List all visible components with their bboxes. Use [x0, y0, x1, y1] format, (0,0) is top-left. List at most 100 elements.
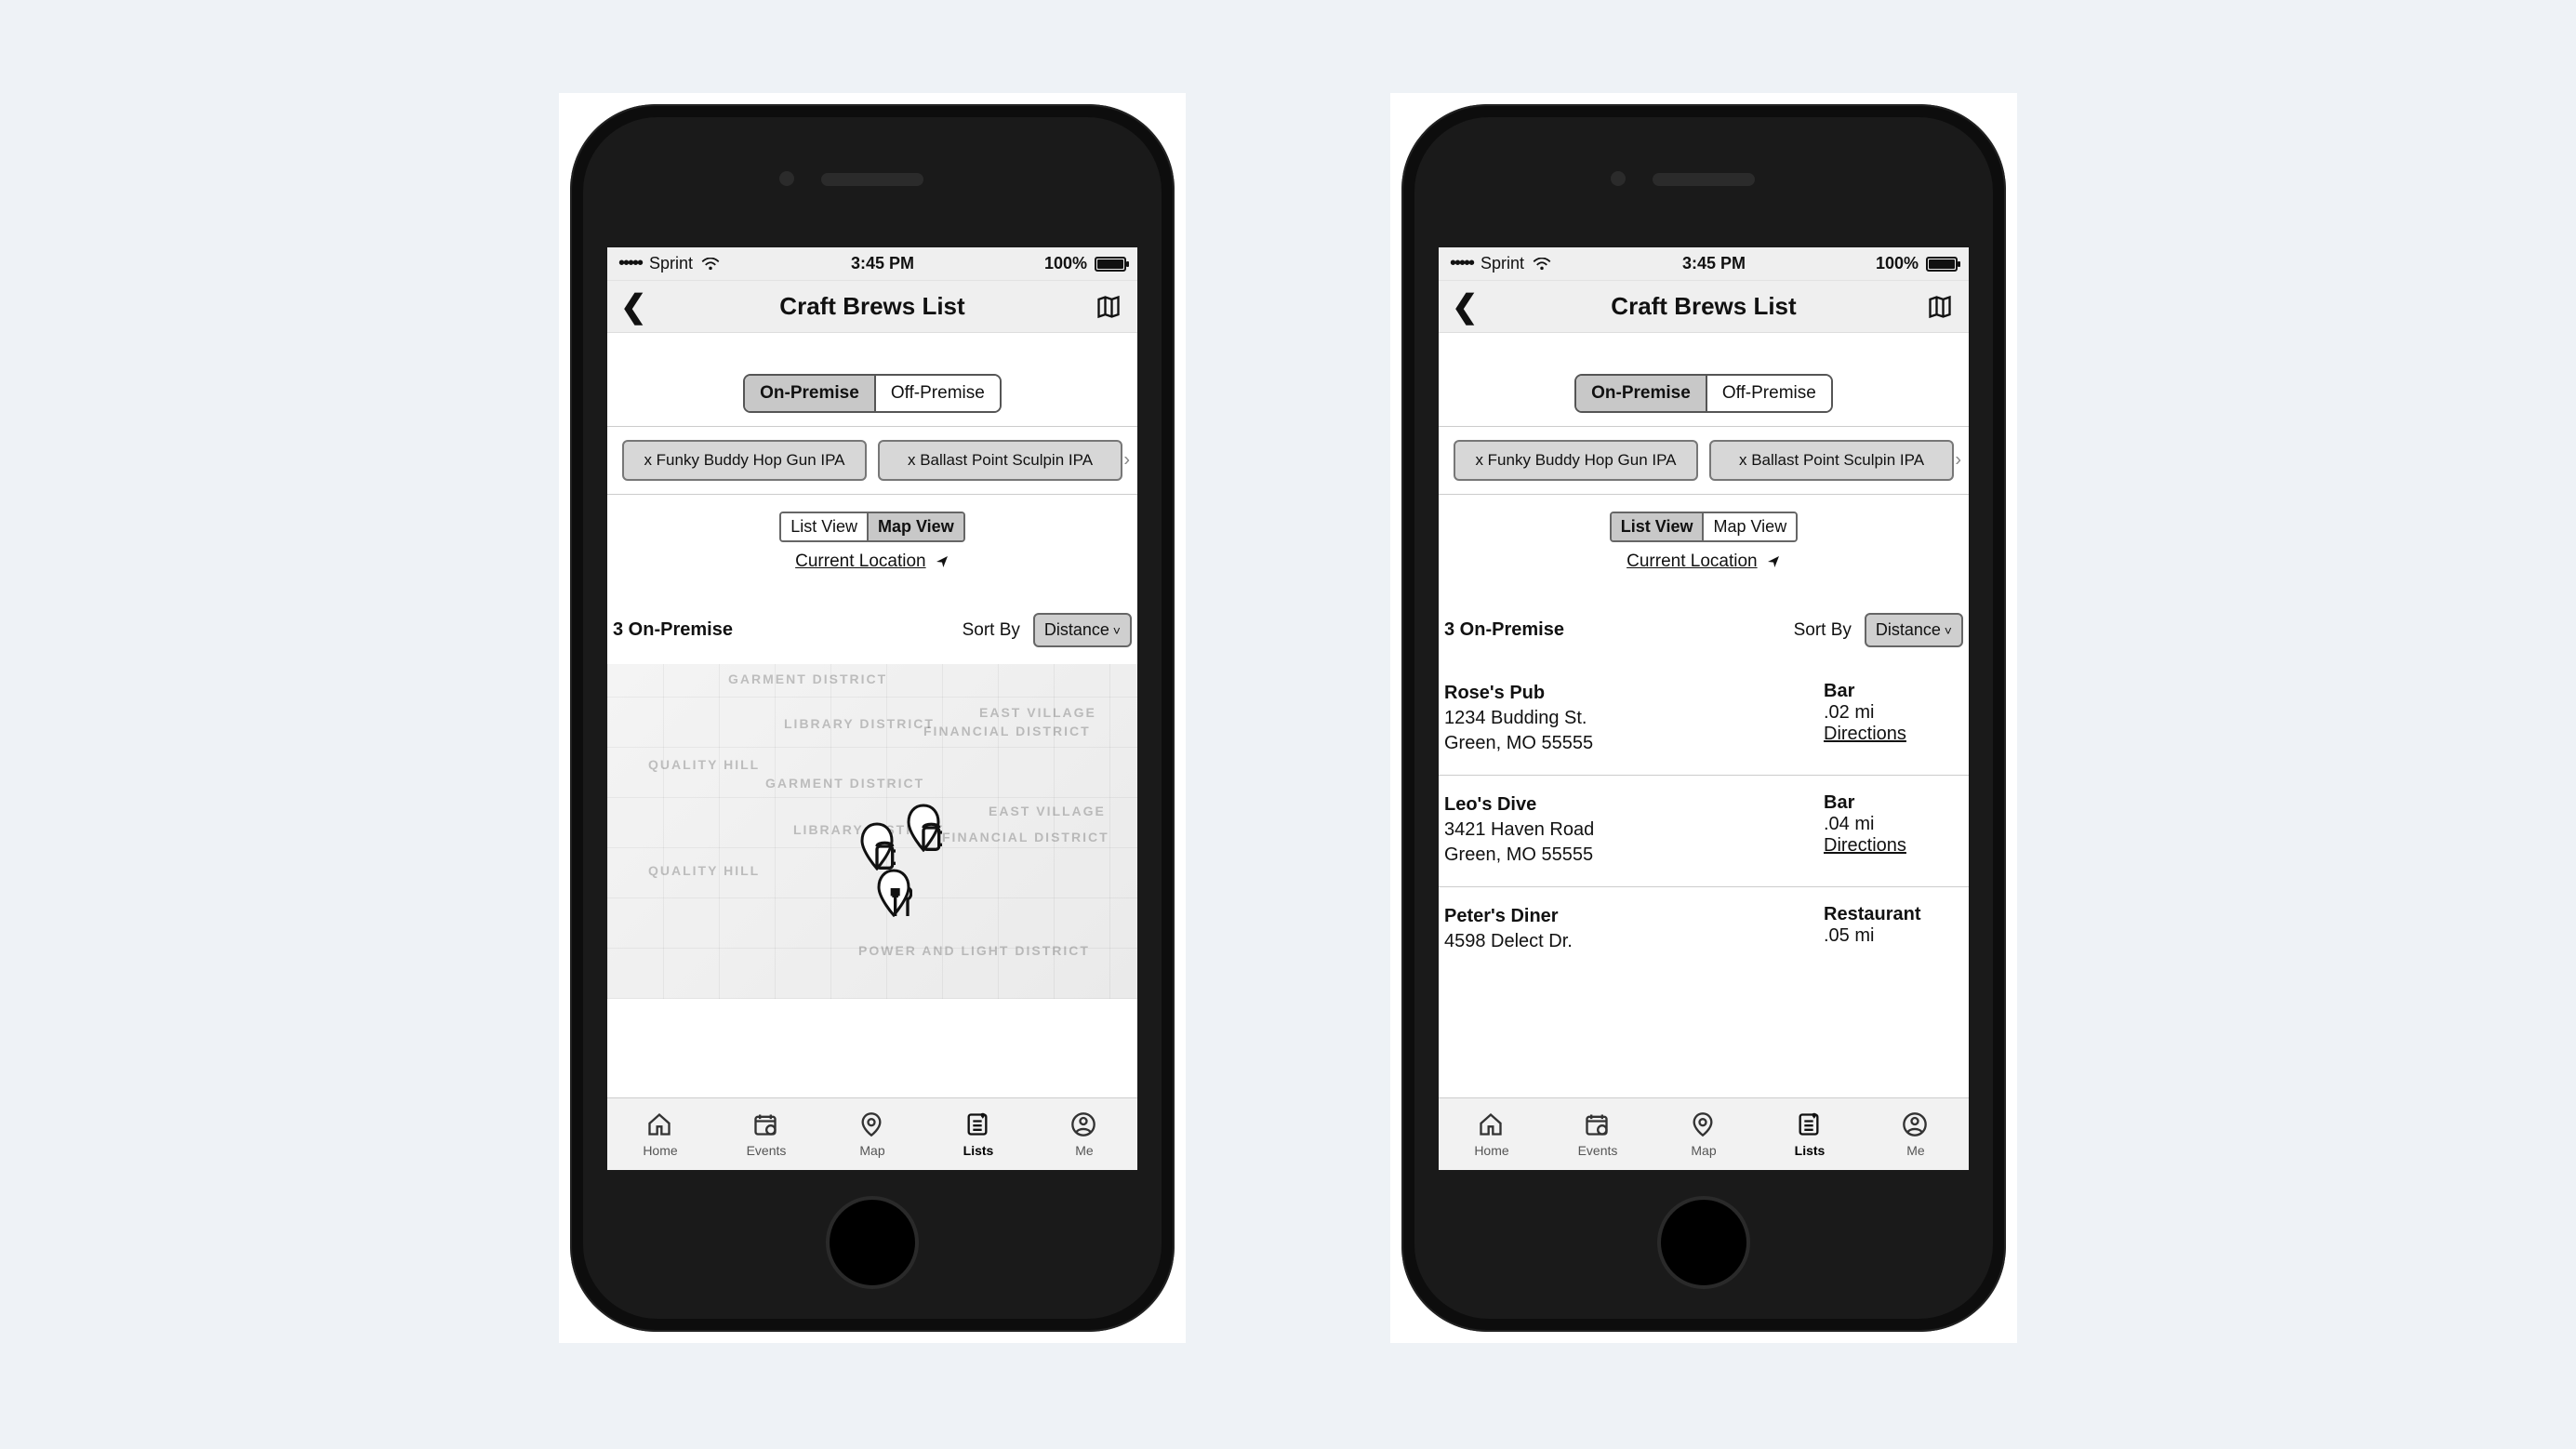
- map-pin-beer[interactable]: [905, 804, 942, 852]
- tab-map[interactable]: Map: [1651, 1111, 1757, 1158]
- page-title: Craft Brews List: [1485, 292, 1922, 321]
- current-location-link[interactable]: Current Location: [1627, 552, 1757, 571]
- current-location-row: Current Location: [1439, 552, 1969, 572]
- premise-segmented: On-Premise Off-Premise: [1574, 374, 1833, 413]
- sort-select[interactable]: Distance: [1865, 613, 1963, 647]
- device-left: ••••• Sprint 3:45 PM 100% ❮ Craft Brews …: [559, 93, 1186, 1343]
- tab-home[interactable]: Home: [607, 1111, 713, 1158]
- venue-type: Restaurant: [1824, 904, 1963, 925]
- map-pin-beer[interactable]: [858, 822, 896, 871]
- map-district-label: GARMENT DISTRICT: [765, 776, 924, 791]
- me-icon: [1899, 1111, 1932, 1139]
- more-filters-chevron-icon[interactable]: ›: [1955, 450, 1961, 472]
- venue-name: Rose's Pub: [1444, 681, 1593, 706]
- tab-events[interactable]: Events: [1545, 1111, 1651, 1158]
- phone-camera: [779, 171, 794, 186]
- venue-row[interactable]: Leo's Dive 3421 Haven Road Green, MO 555…: [1439, 776, 1969, 887]
- tab-map[interactable]: Map: [819, 1111, 925, 1158]
- home-button[interactable]: [1657, 1196, 1750, 1289]
- carrier-label: Sprint: [649, 254, 693, 273]
- tab-label: Lists: [1795, 1143, 1826, 1158]
- page-title: Craft Brews List: [654, 292, 1091, 321]
- map-district-label: POWER AND LIGHT DISTRICT: [858, 943, 1090, 958]
- tab-bar: Home Events Map Lists Me: [607, 1097, 1137, 1170]
- filters-section: x Funky Buddy Hop Gun IPA x Ballast Poin…: [607, 427, 1137, 495]
- map-district-label: GARMENT DISTRICT: [728, 671, 887, 686]
- tab-home[interactable]: Home: [1439, 1111, 1545, 1158]
- tab-events[interactable]: Events: [713, 1111, 819, 1158]
- map-icon: [1687, 1111, 1720, 1139]
- view-tab-map[interactable]: Map View: [867, 513, 963, 540]
- current-location-link[interactable]: Current Location: [795, 552, 925, 571]
- content-area: On-Premise Off-Premise x Funky Buddy Hop…: [1439, 333, 1969, 1097]
- me-icon: [1068, 1111, 1101, 1139]
- device-right: ••••• Sprint 3:45 PM 100% ❮ Craft Brews …: [1390, 93, 2017, 1343]
- result-count: 3 On-Premise: [613, 619, 733, 641]
- phone-camera: [1611, 171, 1626, 186]
- map-district-label: QUALITY HILL: [648, 863, 760, 878]
- status-bar: ••••• Sprint 3:45 PM 100%: [607, 247, 1137, 281]
- home-icon: [644, 1111, 677, 1139]
- current-location-row: Current Location: [607, 552, 1137, 572]
- tab-lists[interactable]: Lists: [1757, 1111, 1863, 1158]
- battery-label: 100%: [1044, 254, 1087, 273]
- premise-segmented: On-Premise Off-Premise: [743, 374, 1002, 413]
- premise-section: On-Premise Off-Premise: [607, 333, 1137, 427]
- venue-distance: .04 mi: [1824, 814, 1963, 835]
- tab-me[interactable]: Me: [1863, 1111, 1969, 1158]
- tab-label: Home: [1474, 1143, 1508, 1158]
- filter-chip[interactable]: x Ballast Point Sculpin IPA: [878, 440, 1122, 481]
- filter-chip[interactable]: x Funky Buddy Hop Gun IPA: [622, 440, 867, 481]
- premise-tab-on[interactable]: On-Premise: [745, 376, 874, 411]
- premise-tab-off[interactable]: Off-Premise: [1706, 376, 1831, 411]
- map-view[interactable]: GARMENT DISTRICT LIBRARY DISTRICT FINANCIA…: [607, 664, 1137, 999]
- map-district-label: EAST VILLAGE: [989, 804, 1106, 818]
- status-bar: ••••• Sprint 3:45 PM 100%: [1439, 247, 1969, 281]
- wifi-icon: [700, 258, 721, 271]
- venue-directions-link[interactable]: Directions: [1824, 724, 1963, 745]
- more-filters-chevron-icon[interactable]: ›: [1123, 450, 1130, 472]
- sort-label: Sort By: [963, 620, 1020, 641]
- filters-section: x Funky Buddy Hop Gun IPA x Ballast Poin…: [1439, 427, 1969, 495]
- map-district-label: LIBRARY DISTRICT: [784, 716, 935, 731]
- venue-directions-link[interactable]: Directions: [1824, 835, 1963, 857]
- wifi-icon: [1532, 258, 1552, 271]
- nav-header: ❮ Craft Brews List: [1439, 281, 1969, 333]
- venue-type: Bar: [1824, 681, 1963, 702]
- status-time: 3:45 PM: [851, 254, 914, 273]
- filter-chip[interactable]: x Ballast Point Sculpin IPA: [1709, 440, 1954, 481]
- view-tab-map[interactable]: Map View: [1702, 513, 1796, 540]
- venue-address2: Green, MO 55555: [1444, 843, 1594, 868]
- sort-select[interactable]: Distance: [1033, 613, 1132, 647]
- filter-chip[interactable]: x Funky Buddy Hop Gun IPA: [1454, 440, 1698, 481]
- events-icon: [1581, 1111, 1614, 1139]
- view-tab-list[interactable]: List View: [1612, 513, 1703, 540]
- phone-frame: ••••• Sprint 3:45 PM 100% ❮ Craft Brews …: [570, 104, 1175, 1332]
- venue-distance: .02 mi: [1824, 702, 1963, 724]
- venue-list: Rose's Pub 1234 Budding St. Green, MO 55…: [1439, 664, 1969, 973]
- carrier-label: Sprint: [1481, 254, 1524, 273]
- premise-section: On-Premise Off-Premise: [1439, 333, 1969, 427]
- venue-distance: .05 mi: [1824, 925, 1963, 947]
- premise-tab-off[interactable]: Off-Premise: [874, 376, 1000, 411]
- back-button[interactable]: ❮: [620, 291, 654, 323]
- view-segmented: List View Map View: [1610, 512, 1798, 542]
- venue-row[interactable]: Rose's Pub 1234 Budding St. Green, MO 55…: [1439, 664, 1969, 776]
- map-icon: [856, 1111, 889, 1139]
- tab-label: Home: [643, 1143, 677, 1158]
- tab-label: Me: [1906, 1143, 1924, 1158]
- tab-lists[interactable]: Lists: [925, 1111, 1031, 1158]
- battery-label: 100%: [1876, 254, 1919, 273]
- tab-me[interactable]: Me: [1031, 1111, 1137, 1158]
- view-tab-list[interactable]: List View: [781, 513, 867, 540]
- map-toggle-button[interactable]: [1091, 294, 1124, 320]
- venue-row[interactable]: Peter's Diner 4598 Delect Dr. Restaurant…: [1439, 887, 1969, 973]
- premise-tab-on[interactable]: On-Premise: [1576, 376, 1706, 411]
- map-pin-food[interactable]: [875, 869, 912, 917]
- home-button[interactable]: [826, 1196, 919, 1289]
- battery-icon: [1095, 257, 1126, 272]
- map-district-label: FINANCIAL DISTRICT: [942, 830, 1109, 844]
- back-button[interactable]: ❮: [1452, 291, 1485, 323]
- lists-icon: [1793, 1111, 1826, 1139]
- map-toggle-button[interactable]: [1922, 294, 1956, 320]
